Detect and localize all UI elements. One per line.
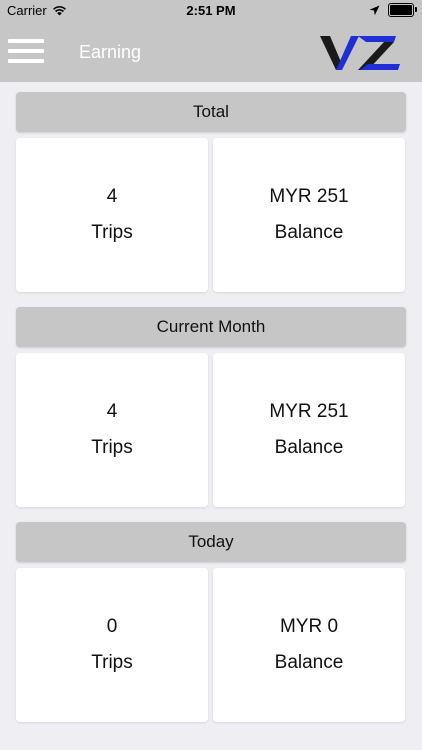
section-header-total: Total [16, 92, 406, 132]
balance-amount: MYR 251 [269, 186, 349, 207]
navigation-bar: Earning [0, 22, 422, 82]
location-arrow-icon [369, 5, 380, 15]
section-today: Today 0 Trips MYR 0 Balance [16, 522, 406, 722]
section-header-current-month: Current Month [16, 307, 406, 347]
hamburger-menu-button[interactable] [8, 39, 44, 67]
trips-label: Trips [91, 222, 133, 243]
vz-logo-icon [320, 36, 400, 70]
section-current-month: Current Month 4 Trips MYR 251 Balance [16, 307, 406, 507]
balance-label: Balance [274, 652, 344, 673]
trips-count: 4 [106, 401, 118, 422]
status-right [369, 3, 417, 17]
menu-line-icon [8, 49, 44, 53]
card-row: 4 Trips MYR 251 Balance [16, 353, 406, 507]
section-total: Total 4 Trips MYR 251 Balance [16, 92, 406, 292]
menu-line-icon [8, 59, 44, 63]
trips-card: 0 Trips [16, 568, 208, 722]
balance-card: MYR 0 Balance [213, 568, 405, 722]
trips-count: 0 [106, 616, 118, 637]
earnings-content: Total 4 Trips MYR 251 Balance Current Mo… [16, 92, 406, 737]
balance-label: Balance [274, 222, 344, 243]
page-title: Earning [79, 42, 142, 62]
section-header-today: Today [16, 522, 406, 562]
trips-card: 4 Trips [16, 353, 208, 507]
balance-label: Balance [274, 437, 344, 458]
card-row: 0 Trips MYR 0 Balance [16, 568, 406, 722]
menu-line-icon [8, 39, 44, 43]
card-row: 4 Trips MYR 251 Balance [16, 138, 406, 292]
battery-icon [388, 3, 417, 17]
trips-label: Trips [91, 652, 133, 673]
balance-amount: MYR 0 [279, 616, 339, 637]
balance-amount: MYR 251 [269, 401, 349, 422]
balance-card: MYR 251 Balance [213, 138, 405, 292]
balance-card: MYR 251 Balance [213, 353, 405, 507]
trips-card: 4 Trips [16, 138, 208, 292]
status-time: 2:51 PM [186, 3, 236, 18]
trips-count: 4 [106, 186, 118, 207]
status-bar: Carrier 2:51 PM [0, 0, 422, 22]
trips-label: Trips [91, 437, 133, 458]
